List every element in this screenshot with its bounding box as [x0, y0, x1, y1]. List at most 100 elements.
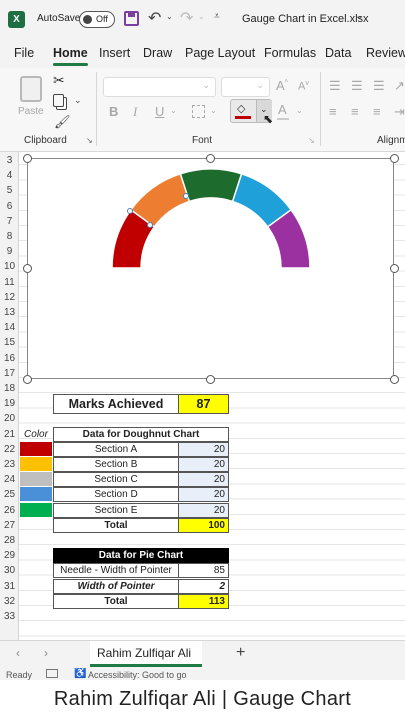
align-left-icon[interactable]: ≡ — [329, 104, 337, 119]
row-header[interactable]: 7 — [0, 214, 19, 229]
section-value[interactable]: 20 — [178, 502, 229, 518]
redo-dropdown-icon[interactable]: ⌄ — [198, 12, 205, 21]
section-value[interactable]: 20 — [178, 472, 229, 488]
pie-row-value[interactable]: 2 — [178, 578, 229, 594]
autosave-toggle[interactable]: Off — [79, 11, 115, 28]
accessibility-status[interactable]: Accessibility: Good to go — [88, 670, 187, 680]
tab-data[interactable]: Data — [325, 46, 351, 60]
row-header[interactable]: 17 — [0, 366, 19, 381]
copy-icon[interactable] — [53, 94, 64, 107]
color-swatch[interactable] — [20, 472, 52, 487]
row-header[interactable]: 11 — [0, 275, 19, 290]
doughnut-table-header[interactable]: Data for Doughnut Chart — [53, 426, 229, 442]
pie-row-label[interactable]: Needle - Width of Pointer — [53, 563, 179, 579]
row-header[interactable]: 25 — [0, 487, 19, 502]
section-label[interactable]: Section C — [53, 472, 179, 488]
row-header[interactable]: 26 — [0, 503, 19, 518]
row-header[interactable]: 10 — [0, 259, 19, 274]
undo-dropdown-icon[interactable]: ⌄ — [166, 12, 173, 21]
row-header[interactable]: 13 — [0, 305, 19, 320]
orientation-icon[interactable]: ↗ — [394, 78, 405, 94]
color-swatch[interactable] — [20, 457, 52, 471]
pie-row-value[interactable]: 85 — [178, 563, 229, 579]
file-name[interactable]: Gauge Chart in Excel.xlsx — [242, 13, 369, 25]
row-header[interactable]: 21 — [0, 427, 19, 442]
row-header[interactable]: 31 — [0, 579, 19, 594]
row-header[interactable]: 30 — [0, 563, 19, 578]
underline-dropdown-icon[interactable]: ⌄ — [170, 106, 177, 115]
row-header[interactable]: 22 — [0, 442, 19, 457]
section-label[interactable]: Section E — [53, 502, 179, 518]
add-sheet-icon[interactable]: + — [236, 644, 245, 662]
redo-icon[interactable]: ↷ — [180, 8, 193, 28]
tab-formulas[interactable]: Formulas — [264, 46, 316, 60]
row-header[interactable]: 5 — [0, 183, 19, 198]
format-painter-icon[interactable]: 🖌 — [54, 114, 71, 130]
decrease-font-icon[interactable]: Av — [298, 80, 309, 93]
align-center-icon[interactable]: ≡ — [351, 104, 359, 119]
row-header[interactable]: 19 — [0, 396, 19, 411]
clipboard-launcher-icon[interactable]: ↘ — [86, 136, 93, 145]
pie-total-value[interactable]: 113 — [178, 593, 229, 609]
align-middle-icon[interactable]: ☰ — [351, 78, 363, 94]
section-value[interactable]: 20 — [178, 487, 229, 503]
row-header[interactable]: 29 — [0, 548, 19, 563]
indent-icon[interactable]: ⇥ — [394, 104, 405, 120]
section-value[interactable]: 20 — [178, 441, 229, 457]
row-header[interactable]: 4 — [0, 168, 19, 183]
chart-resize-handle[interactable] — [22, 153, 32, 163]
row-header[interactable]: 20 — [0, 411, 19, 426]
segment-selection-handle[interactable] — [127, 208, 133, 214]
section-label[interactable]: Section B — [53, 457, 179, 472]
chart-resize-handle[interactable] — [22, 264, 32, 273]
row-header[interactable]: 23 — [0, 457, 19, 472]
row-header[interactable]: 15 — [0, 335, 19, 350]
italic-icon[interactable]: I — [133, 104, 137, 120]
save-icon[interactable] — [124, 11, 139, 26]
increase-font-icon[interactable]: A^ — [276, 78, 288, 93]
pie-row-label[interactable]: Width of Pointer — [53, 578, 179, 594]
paste-button[interactable]: Paste — [16, 74, 46, 120]
copy-dropdown-icon[interactable]: ⌄ — [74, 95, 82, 106]
gauge-chart[interactable] — [27, 158, 394, 379]
accessibility-icon[interactable]: ♿ — [74, 668, 86, 679]
underline-icon[interactable]: U — [155, 104, 164, 119]
borders-icon[interactable] — [192, 105, 205, 118]
filename-chevron-icon[interactable]: ⌄ — [355, 11, 363, 22]
section-label[interactable]: Section A — [53, 441, 179, 457]
row-header[interactable]: 24 — [0, 472, 19, 487]
row-header[interactable]: 14 — [0, 320, 19, 335]
doughnut-total-value[interactable]: 100 — [178, 517, 229, 533]
row-header[interactable]: 28 — [0, 533, 19, 548]
font-launcher-icon[interactable]: ↘ — [308, 136, 315, 145]
scroll-left-icon[interactable]: ‹ — [16, 646, 20, 660]
font-color-icon[interactable]: A — [278, 102, 287, 117]
chart-resize-handle[interactable] — [206, 374, 215, 384]
section-label[interactable]: Section D — [53, 487, 179, 503]
tab-review[interactable]: Review — [366, 46, 405, 60]
borders-dropdown-icon[interactable]: ⌄ — [210, 106, 217, 115]
font-size-combo[interactable]: ⌄ — [221, 77, 270, 97]
marks-label[interactable]: Marks Achieved — [53, 394, 179, 415]
align-bottom-icon[interactable]: ☰ — [373, 78, 385, 94]
color-swatch[interactable] — [20, 441, 52, 456]
scroll-right-icon[interactable]: › — [44, 646, 48, 660]
chart-resize-handle[interactable] — [22, 374, 32, 384]
row-header[interactable]: 12 — [0, 290, 19, 305]
chart-resize-handle[interactable] — [389, 374, 399, 384]
segment-selection-handle[interactable] — [183, 193, 189, 199]
tab-page-layout[interactable]: Page Layout — [185, 46, 255, 60]
cut-icon[interactable]: ✂ — [53, 72, 65, 89]
marks-value[interactable]: 87 — [178, 394, 229, 415]
row-header[interactable]: 33 — [0, 609, 19, 624]
align-right-icon[interactable]: ≡ — [373, 104, 381, 119]
row-header[interactable]: 18 — [0, 381, 19, 396]
segment-selection-handle[interactable] — [147, 222, 153, 228]
row-header[interactable]: 9 — [0, 244, 19, 259]
row-header[interactable]: 8 — [0, 229, 19, 244]
tab-insert[interactable]: Insert — [99, 46, 130, 60]
color-swatch[interactable] — [20, 502, 52, 517]
font-color-dropdown-icon[interactable]: ⌄ — [296, 106, 303, 115]
section-value[interactable]: 20 — [178, 457, 229, 472]
row-header[interactable]: 6 — [0, 199, 19, 214]
